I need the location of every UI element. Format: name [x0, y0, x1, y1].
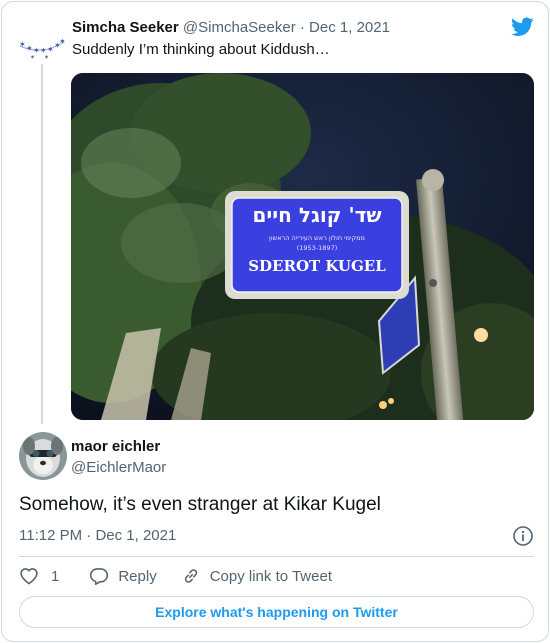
parent-author-name[interactable]: Simcha Seeker	[72, 19, 179, 36]
link-icon	[184, 569, 197, 583]
reply-button[interactable]: Reply	[89, 566, 157, 586]
copy-link-label: Copy link to Tweet	[209, 567, 332, 585]
explore-twitter-button[interactable]: Explore what's happening on Twitter	[19, 596, 534, 628]
separator-dot: ·	[299, 19, 305, 36]
like-count: 1	[51, 567, 60, 585]
divider	[19, 556, 534, 557]
reply-bubble-icon	[90, 568, 109, 585]
svg-text:✶: ✶	[19, 40, 26, 49]
thread-line	[41, 64, 43, 424]
sign-years: (1953-1897)	[297, 244, 338, 252]
parent-tweet-text: Suddenly I’m thinking about Kiddush…	[72, 41, 330, 58]
separator-dot: ·	[86, 527, 92, 544]
tweet-photo[interactable]: שד' קוגל חיים ממקימי חולון ראש העירייה ה…	[71, 73, 534, 420]
tweet-time[interactable]: 11:12 PM	[19, 527, 82, 544]
sign-english-name: SDEROT KUGEL	[248, 257, 386, 275]
like-button[interactable]: 1	[19, 566, 59, 586]
svg-text:✶: ✶	[30, 54, 35, 61]
embedded-tweet-card: ✶ ✶ ✶ ✶ ✶ ✶ ✶ ✶ ✶ Simcha Seeker @SimchaS…	[1, 1, 549, 642]
street-sign-photo: שד' קוגל חיים ממקימי חולון ראש העירייה ה…	[71, 73, 534, 420]
svg-text:✶: ✶	[47, 45, 54, 54]
sign-hebrew-subtitle: ממקימי חולון ראש העירייה הראשון	[269, 234, 365, 242]
twitter-bird-icon[interactable]	[511, 17, 534, 37]
tweet-timestamp[interactable]: 11:12 PM · Dec 1, 2021	[19, 526, 176, 546]
main-author-name[interactable]: maor eichler	[71, 438, 160, 456]
svg-text:✶: ✶	[59, 37, 66, 46]
info-icon[interactable]	[512, 525, 534, 547]
parent-tweet-header: Simcha Seeker @SimchaSeeker · Dec 1, 202…	[72, 18, 390, 38]
main-tweet-text: Somehow, it’s even stranger at Kikar Kug…	[19, 494, 381, 515]
svg-text:✶: ✶	[44, 54, 49, 61]
dog-avatar-icon[interactable]	[19, 432, 67, 480]
parent-tweet-date[interactable]: Dec 1, 2021	[309, 19, 390, 36]
tweet-actions: 1 Reply Copy link to Tweet	[19, 564, 332, 588]
main-author-handle[interactable]: @EichlerMaor	[71, 459, 166, 477]
svg-text:✶: ✶	[26, 44, 33, 53]
reply-label: Reply	[118, 567, 157, 585]
parent-author-handle[interactable]: @SimchaSeeker	[183, 19, 296, 36]
tweet-date[interactable]: Dec 1, 2021	[95, 527, 176, 544]
heart-icon	[20, 568, 38, 585]
copy-link-button[interactable]: Copy link to Tweet	[181, 566, 332, 586]
sign-hebrew-title: שד' קוגל חיים	[252, 203, 381, 227]
